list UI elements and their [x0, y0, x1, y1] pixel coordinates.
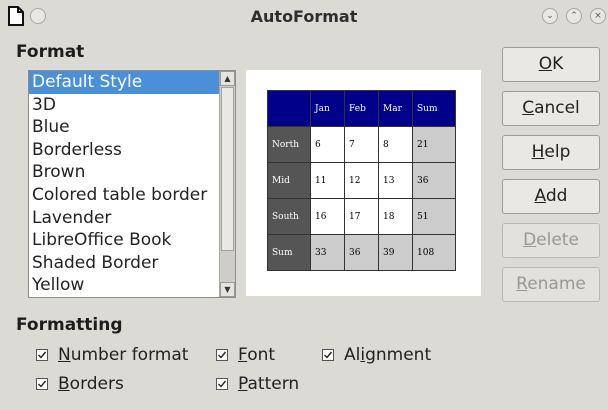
title-bar: AutoFormat ⌄ ⌃ ×: [0, 0, 608, 34]
pattern-checkbox[interactable]: Pattern: [216, 374, 299, 394]
preview-cell: 108: [412, 234, 456, 271]
preview-cell: Mid: [267, 162, 311, 199]
font-label: Font: [238, 345, 276, 365]
preview-row: South 16 17 18 51: [267, 198, 456, 235]
preview-cell: 16: [310, 198, 345, 235]
add-button[interactable]: Add: [502, 179, 600, 214]
list-item[interactable]: Colored table border: [29, 184, 235, 207]
preview-cell: 39: [378, 234, 413, 271]
preview-cell: 11: [310, 162, 345, 199]
scroll-up-icon[interactable]: ▲: [220, 71, 235, 86]
borders-checkbox[interactable]: Borders: [36, 374, 124, 394]
preview-cell: 13: [378, 162, 413, 199]
format-preview: Jan Feb Mar Sum North 6 7 8 21 Mid 11 12 13 36 South 16…: [246, 70, 481, 296]
checkbox-checked-icon[interactable]: [36, 378, 48, 390]
preview-cell: 17: [344, 198, 379, 235]
pattern-label: Pattern: [238, 374, 300, 394]
scroll-down-icon[interactable]: ▼: [220, 282, 235, 297]
preview-cell: 12: [344, 162, 379, 199]
alignment-checkbox[interactable]: Alignment: [322, 345, 431, 365]
preview-cell: Sum: [267, 234, 311, 271]
preview-cell: Mar: [378, 90, 413, 127]
preview-cell: Feb: [344, 90, 379, 127]
format-style-list[interactable]: Default Style 3D Blue Borderless Brown Colore…: [28, 70, 236, 298]
window-title: AutoFormat: [250, 7, 358, 26]
maximize-icon[interactable]: ⌃: [566, 8, 582, 24]
preview-cell: [267, 90, 311, 127]
borders-label: Borders: [58, 374, 124, 394]
rename-button[interactable]: Rename: [502, 267, 600, 302]
ok-button[interactable]: OK: [502, 47, 600, 82]
preview-table: Jan Feb Mar Sum North 6 7 8 21 Mid 11 12 13 36 South 16…: [267, 90, 456, 271]
checkbox-checked-icon[interactable]: [216, 378, 228, 390]
alignment-label: Alignment: [344, 345, 432, 365]
preview-cell: 8: [378, 126, 413, 163]
preview-row: North 6 7 8 21: [267, 126, 456, 163]
preview-cell: 6: [310, 126, 345, 163]
preview-cell: 21: [412, 126, 456, 163]
number-format-checkbox[interactable]: Number format: [36, 345, 188, 365]
format-style-items: Default Style 3D Blue Borderless Brown Colore…: [29, 71, 235, 297]
preview-cell: 7: [344, 126, 379, 163]
preview-cell: 36: [344, 234, 379, 271]
delete-button[interactable]: Delete: [502, 223, 600, 258]
font-checkbox[interactable]: Font: [216, 345, 275, 365]
preview-row: Jan Feb Mar Sum: [267, 90, 456, 127]
preview-row: Mid 11 12 13 36: [267, 162, 456, 199]
checkbox-checked-icon[interactable]: [322, 349, 334, 361]
list-item[interactable]: Lavender: [29, 207, 235, 230]
list-item[interactable]: Shaded Border: [29, 252, 235, 275]
list-item[interactable]: Default Style: [29, 71, 235, 94]
list-item[interactable]: LibreOffice Book: [29, 229, 235, 252]
preview-cell: Sum: [412, 90, 456, 127]
preview-cell: Jan: [310, 90, 345, 127]
list-item[interactable]: 3D: [29, 94, 235, 117]
preview-cell: North: [267, 126, 311, 163]
list-item[interactable]: Blue: [29, 116, 235, 139]
list-item[interactable]: Borderless: [29, 139, 235, 162]
preview-cell: South: [267, 198, 311, 235]
checkbox-checked-icon[interactable]: [36, 349, 48, 361]
preview-cell: 33: [310, 234, 345, 271]
help-button[interactable]: Help: [502, 135, 600, 170]
number-format-label: Number format: [58, 345, 189, 365]
scroll-thumb[interactable]: [221, 87, 234, 251]
list-scrollbar[interactable]: ▲ ▼: [219, 71, 235, 297]
close-icon[interactable]: ×: [590, 8, 606, 24]
list-item[interactable]: Brown: [29, 161, 235, 184]
checkbox-checked-icon[interactable]: [216, 349, 228, 361]
preview-cell: 36: [412, 162, 456, 199]
preview-row: Sum 33 36 39 108: [267, 234, 456, 271]
minimize-icon[interactable]: ⌄: [542, 8, 558, 24]
format-label: Format: [16, 42, 85, 62]
preview-cell: 18: [378, 198, 413, 235]
cancel-button[interactable]: Cancel: [502, 91, 600, 126]
list-item[interactable]: Yellow: [29, 274, 235, 297]
preview-cell: 51: [412, 198, 456, 235]
formatting-label: Formatting: [16, 315, 123, 335]
